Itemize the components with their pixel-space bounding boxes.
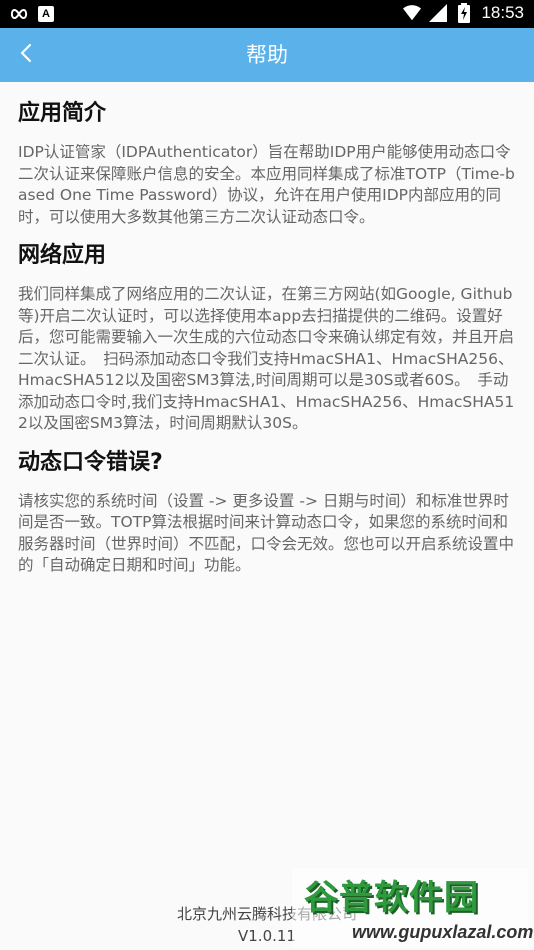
status-bar-left: A (10, 5, 54, 23)
section-network: 网络应用 我们同样集成了网络应用的二次认证，在第三方网站(如Google, Gi… (18, 240, 516, 435)
battery-charging-icon (455, 3, 473, 23)
a-box-icon: A (38, 6, 54, 22)
site-watermark: 谷普软件园 www.gupuxlazal.com (292, 868, 533, 948)
page-title: 帮助 (246, 43, 288, 67)
section-title: 应用简介 (18, 101, 107, 126)
status-bar: A 18:53 (0, 0, 534, 28)
section-body: IDP认证管家（IDPAuthenticator）旨在帮助IDP用户能够使用动态… (18, 143, 515, 226)
section-body: 请核实您的系统时间（设置 -> 更多设置 -> 日期与时间）和标准世界时间是否一… (18, 491, 515, 575)
wifi-icon (403, 4, 422, 22)
infinity-icon (10, 5, 28, 23)
cellular-signal-icon (429, 4, 448, 22)
watermark-title: 谷普软件园 (304, 878, 479, 918)
app-bar: 帮助 (0, 28, 534, 82)
status-bar-right: 18:53 (403, 3, 524, 23)
section-title: 动态口令错误? (18, 449, 163, 475)
help-content: 应用简介 IDP认证管家（IDPAuthenticator）旨在帮助IDP用户能… (18, 98, 516, 589)
status-time: 18:53 (481, 3, 524, 22)
section-otp-error: 动态口令错误? 请核实您的系统时间（设置 -> 更多设置 -> 日期与时间）和标… (18, 447, 516, 577)
watermark-url: www.gupuxlazal.com (352, 922, 534, 942)
section-title: 网络应用 (18, 243, 107, 268)
section-intro: 应用简介 IDP认证管家（IDPAuthenticator）旨在帮助IDP用户能… (18, 98, 516, 228)
section-body: 我们同样集成了网络应用的二次认证，在第三方网站(如Google, Github等… (18, 285, 515, 432)
